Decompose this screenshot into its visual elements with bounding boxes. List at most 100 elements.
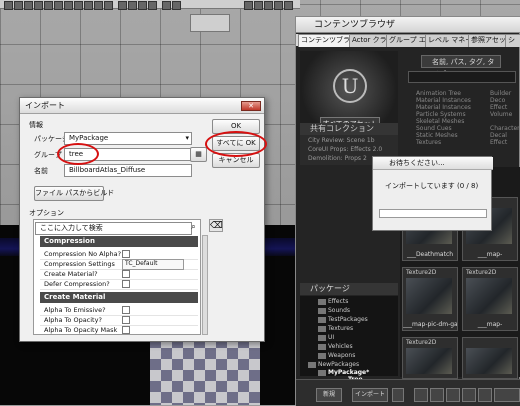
toolbar-icon[interactable] <box>64 1 73 10</box>
toolbar-icon[interactable] <box>74 1 83 10</box>
toolbar-icon[interactable] <box>244 1 253 10</box>
package-folder[interactable]: UI <box>318 333 334 342</box>
folder-label: Effects <box>328 298 349 305</box>
browse-icon[interactable]: ▦ <box>190 147 207 162</box>
package-folder[interactable]: TestPackages <box>318 315 368 324</box>
package-folder[interactable]: Textures <box>318 324 353 333</box>
folder-label: UI <box>328 334 335 341</box>
content-browser-title: コンテンツブラウザ <box>296 17 520 33</box>
asset-preview <box>406 348 452 374</box>
toolbar-icon[interactable] <box>94 1 103 10</box>
folder-icon <box>308 361 316 368</box>
collection-item[interactable]: Demolition: Props 2 <box>308 154 367 163</box>
view-mode-icon[interactable] <box>430 388 444 402</box>
annotation-circle <box>57 143 99 165</box>
checkbox[interactable] <box>122 250 130 258</box>
import-button[interactable]: インポート <box>352 388 388 402</box>
clear-search-icon[interactable]: ⌫ <box>209 219 223 232</box>
thumbnail-size-slider[interactable] <box>494 388 520 402</box>
content-search-input[interactable] <box>408 71 516 83</box>
tab-level-manager[interactable]: レベル マネージャー <box>425 34 473 47</box>
tab-referenced-assets[interactable]: 参照アセット <box>468 34 510 47</box>
filter-panel: Animation Tree Material Instances Materi… <box>404 87 520 149</box>
option-row: Alpha To Opacity Mask <box>40 325 198 334</box>
import-dialog: インポート ✕ 情報 パッケージ MyPackage ▾ グループ tree ▦ … <box>19 97 267 342</box>
toolbar-icon[interactable] <box>14 1 23 10</box>
collection-item[interactable]: CoreUI Props: Effects 2.0 <box>308 145 382 154</box>
section-create-material[interactable]: Create Material <box>40 292 198 303</box>
toolbar-icon[interactable] <box>274 1 283 10</box>
checkbox[interactable] <box>122 280 130 288</box>
toolbar-icon[interactable] <box>264 1 273 10</box>
options-scrollbar[interactable] <box>202 235 208 335</box>
view-mode-icon[interactable] <box>446 388 460 402</box>
asset-thumbnail[interactable]: Texture2D ___map- <box>462 267 518 331</box>
toolbar-icon[interactable] <box>34 1 43 10</box>
name-field[interactable]: BillboardAtlas_Diffuse <box>64 164 192 177</box>
option-label: Compression No Alpha? <box>44 250 122 258</box>
package-folder[interactable]: Vehicles <box>318 342 353 351</box>
folder-icon <box>318 325 326 332</box>
chevron-down-icon: ▾ <box>185 134 189 142</box>
folder-icon <box>318 352 326 359</box>
package-folder[interactable]: Weapons <box>318 351 355 360</box>
close-icon[interactable]: ✕ <box>241 101 261 111</box>
toolbar-icon[interactable] <box>104 1 113 10</box>
asset-name: ___Deathmatch <box>406 251 454 258</box>
toolbar-icon[interactable] <box>44 1 53 10</box>
toolbar-icon[interactable] <box>148 1 157 10</box>
toolbar-icon[interactable] <box>118 1 127 10</box>
search-filter-dropdown[interactable]: 名前, パス, タグ, タイプ <box>421 55 501 78</box>
checkbox[interactable] <box>122 316 130 324</box>
toolbar-icon[interactable] <box>84 1 93 10</box>
checkbox[interactable] <box>122 306 130 314</box>
annotation-circle <box>205 131 267 157</box>
asset-name: ___map-pic-dm-gateway <box>403 321 457 328</box>
tab-more[interactable]: シ <box>505 34 520 47</box>
tab-content-browser[interactable]: コンテンツブラウザ <box>298 34 354 47</box>
view-mode-icon[interactable] <box>478 388 492 402</box>
build-from-path-button[interactable]: ファイル パスからビルド <box>34 186 114 201</box>
folder-label: Textures <box>328 325 354 332</box>
view-mode-icon[interactable] <box>462 388 476 402</box>
asset-type-label: Texture2D <box>406 269 437 276</box>
filter-tag[interactable]: Volume <box>490 110 512 119</box>
options-search-input[interactable]: ここに入力して検索 <box>35 222 192 235</box>
checkbox[interactable] <box>122 270 130 278</box>
import-dialog-title: インポート <box>20 98 264 114</box>
collection-item[interactable]: City Review: Scene 1b <box>308 136 375 145</box>
toolbar-icon[interactable] <box>24 1 33 10</box>
package-folder[interactable]: Effects <box>318 297 348 306</box>
search-icon[interactable]: ⌕ <box>189 222 198 233</box>
option-label: Defer Compression? <box>44 280 110 288</box>
shared-collections-header[interactable]: 共有コレクション <box>300 123 398 135</box>
view-mode-icon[interactable] <box>414 388 428 402</box>
toolbar-icon[interactable] <box>162 1 171 10</box>
package-folder[interactable]: Sounds <box>318 306 350 315</box>
checkbox[interactable] <box>122 326 130 334</box>
content-browser-footer: 新規 インポート <box>296 379 520 406</box>
toolbar-icon[interactable] <box>254 1 263 10</box>
option-label: Alpha To Opacity? <box>44 316 102 324</box>
asset-thumbnail[interactable]: Texture2D <box>402 337 458 379</box>
asset-name: ___map- <box>477 321 503 328</box>
filter-type[interactable]: Textures <box>416 138 441 147</box>
packages-header[interactable]: パッケージ <box>300 283 398 295</box>
toolbar-icon[interactable] <box>128 1 137 10</box>
footer-option-button[interactable] <box>392 388 404 402</box>
section-compression[interactable]: Compression <box>40 236 198 247</box>
asset-thumbnail[interactable]: Texture2D ___map-pic-dm-gateway <box>402 267 458 331</box>
toolbar-icon[interactable] <box>4 1 13 10</box>
toolbar-icon[interactable] <box>172 1 181 10</box>
new-asset-button[interactable]: 新規 <box>316 388 342 402</box>
toolbar-icon[interactable] <box>284 1 293 10</box>
option-label: Alpha To Opacity Mask <box>44 326 118 334</box>
asset-thumbnail[interactable] <box>462 337 518 379</box>
toolbar-icon[interactable] <box>54 1 63 10</box>
asset-type-label: Texture2D <box>406 339 437 346</box>
progress-status: インポートしています (0 / 8) <box>385 182 479 190</box>
toolbar-icon[interactable] <box>138 1 147 10</box>
filter-tag[interactable]: Effect <box>490 138 507 147</box>
tab-group-editor[interactable]: グループ エディタ <box>386 34 430 47</box>
tab-actor-classes[interactable]: Actor クラス <box>349 34 391 47</box>
